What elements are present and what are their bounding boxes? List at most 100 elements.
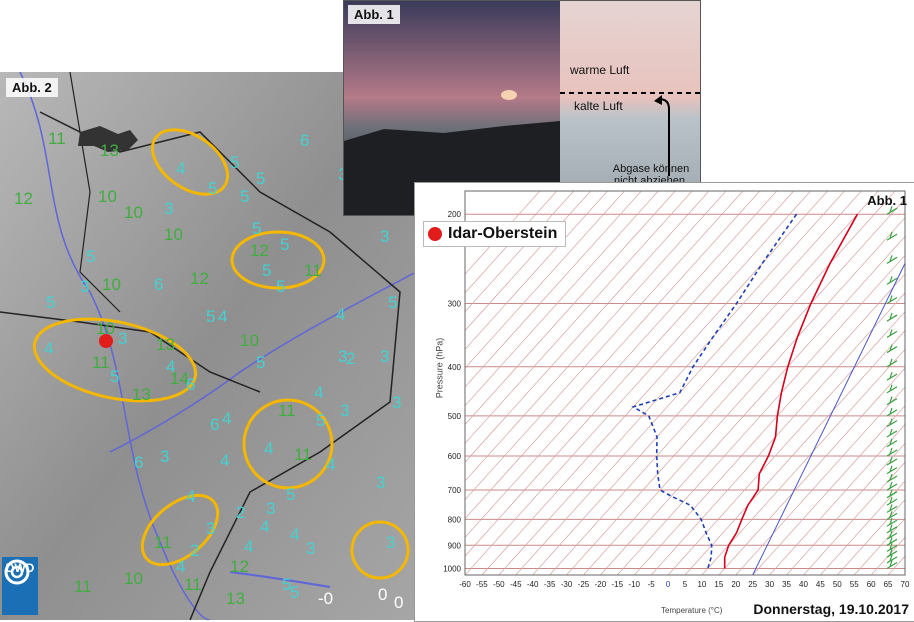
temperature-tick-label: -40 (527, 580, 539, 589)
temperature-tick-label: 20 (731, 580, 740, 589)
map-value-green: 13 (156, 335, 175, 354)
map-value-green: 11 (154, 533, 172, 552)
pressure-tick-label: 300 (448, 299, 462, 308)
station-name: Idar-Oberstein (448, 225, 558, 242)
map-value-cyan: 4 (264, 439, 273, 458)
map-value-cyan: 5 (286, 485, 295, 504)
map-value-cyan: 3 (118, 329, 127, 348)
temperature-tick-label: 0 (666, 580, 671, 589)
map-value-cyan: 3 (266, 499, 275, 518)
cold-air-text: kalte Luft (574, 99, 623, 113)
isotherm-line (837, 499, 905, 575)
isotherm-line (684, 330, 905, 575)
pressure-tick-label: 400 (448, 363, 462, 372)
temperature-tick-label: 50 (833, 580, 842, 589)
map-value-cyan: 3 (340, 401, 349, 420)
map-value-cyan: 6 (210, 415, 219, 434)
pressure-tick-label: 600 (448, 452, 462, 461)
dwd-swirl-icon (4, 559, 30, 585)
map-value-cyan: 2 (190, 541, 199, 560)
temperature-tick-label: -45 (510, 580, 522, 589)
map-value-cyan: 3 (164, 199, 173, 218)
photo-panel-label: Abb. 1 (348, 5, 400, 24)
map-value-green: 10 (124, 569, 143, 588)
map-value-cyan: 4 (186, 487, 195, 506)
map-value-cyan: 4 (336, 305, 345, 324)
station-dot-icon (428, 227, 442, 241)
map-value-cyan: 3 (160, 447, 169, 466)
map-value-cyan: 4 (260, 517, 269, 536)
map-value-green: 11 (304, 261, 322, 280)
map-value-white: -0 (318, 589, 333, 608)
map-value-cyan: 5 (86, 247, 95, 266)
map-value-white: 0 (378, 585, 387, 604)
temperature-tick-label: 25 (748, 580, 757, 589)
wind-barb-icon (886, 481, 898, 491)
map-value-cyan: 4 (176, 159, 185, 178)
map-value-cyan: 3 (392, 393, 401, 412)
map-value-cyan: 6 (154, 275, 163, 294)
isotherm-line (735, 386, 905, 575)
map-value-cyan: 5 (276, 277, 285, 296)
map-value-cyan: 5 (388, 293, 397, 312)
temperature-tick-label: -30 (561, 580, 573, 589)
wind-barb-icon (886, 428, 898, 438)
temperature-tick-label: -5 (648, 580, 656, 589)
temperature-tick-label: -55 (476, 580, 488, 589)
map-value-green: 13 (226, 589, 245, 608)
wind-barb-icon (886, 496, 898, 506)
isotherm-line (904, 574, 905, 575)
temperature-tick-label: 60 (867, 580, 876, 589)
map-value-green: 10 (240, 331, 259, 350)
map-value-cyan: 5 (290, 583, 299, 602)
map-value-cyan: 6 (134, 453, 143, 472)
wind-barb-icon (886, 473, 898, 483)
map-value-green: 12 (190, 269, 209, 288)
isotherm-line (465, 191, 761, 520)
map-value-white: 0 (394, 593, 403, 612)
map-value-green: 10 (164, 225, 183, 244)
map-value-cyan: 5 (46, 293, 55, 312)
map-value-cyan: 4 (314, 383, 323, 402)
map-value-cyan: 4 (166, 357, 175, 376)
map-value-cyan: 3 (80, 277, 89, 296)
wind-barb-icon (886, 456, 898, 466)
map-value-cyan: 4 (244, 537, 253, 556)
dwd-logo: DWD (2, 557, 38, 615)
isotherm-line (617, 254, 905, 575)
map-value-cyan: 4 (44, 339, 53, 358)
isotherm-line (515, 191, 862, 575)
isotherm-line (465, 191, 778, 538)
map-value-cyan: 3 (386, 533, 395, 552)
warm-air-text: warme Luft (570, 63, 630, 77)
isotherm-line (820, 480, 905, 575)
map-value-green: 11 (184, 575, 202, 594)
temperature-tick-label: 5 (683, 580, 688, 589)
map-value-cyan: 6 (300, 131, 309, 150)
map-value-green: 10 (98, 187, 117, 206)
temperature-tick-label: -35 (544, 580, 556, 589)
map-value-cyan: 4 (218, 307, 227, 326)
map-value-green: 10 (124, 203, 143, 222)
pressure-tick-label: 700 (448, 486, 462, 495)
pressure-tick-label: 900 (448, 541, 462, 550)
map-value-cyan: 5 (230, 153, 239, 172)
temperature-tick-label: 65 (884, 580, 893, 589)
map-value-cyan: 3 (380, 347, 389, 366)
map-value-green: 11 (48, 129, 66, 148)
skewt-sounding: 200 300 400 500 600 700 800 900 1000 -60 -55 -50 -45… (414, 182, 914, 622)
isotherm-line (583, 217, 905, 575)
y-axis-label: Pressure (hPa) (434, 337, 445, 399)
wind-barb-icon (886, 255, 898, 264)
map-value-cyan: 2 (236, 503, 245, 522)
map-value-green: 11 (294, 445, 312, 464)
wind-barb-icon (886, 489, 898, 499)
map-value-cyan: 5 (240, 187, 249, 206)
map-value-cyan: 2 (346, 349, 355, 368)
isotherm-line (786, 442, 905, 575)
temperature-profile-line (723, 213, 859, 569)
map-value-green: 12 (14, 189, 33, 208)
map-value-cyan: 5 (256, 169, 265, 188)
pressure-tick-label: 500 (448, 412, 462, 421)
isotherm-line (465, 191, 744, 501)
